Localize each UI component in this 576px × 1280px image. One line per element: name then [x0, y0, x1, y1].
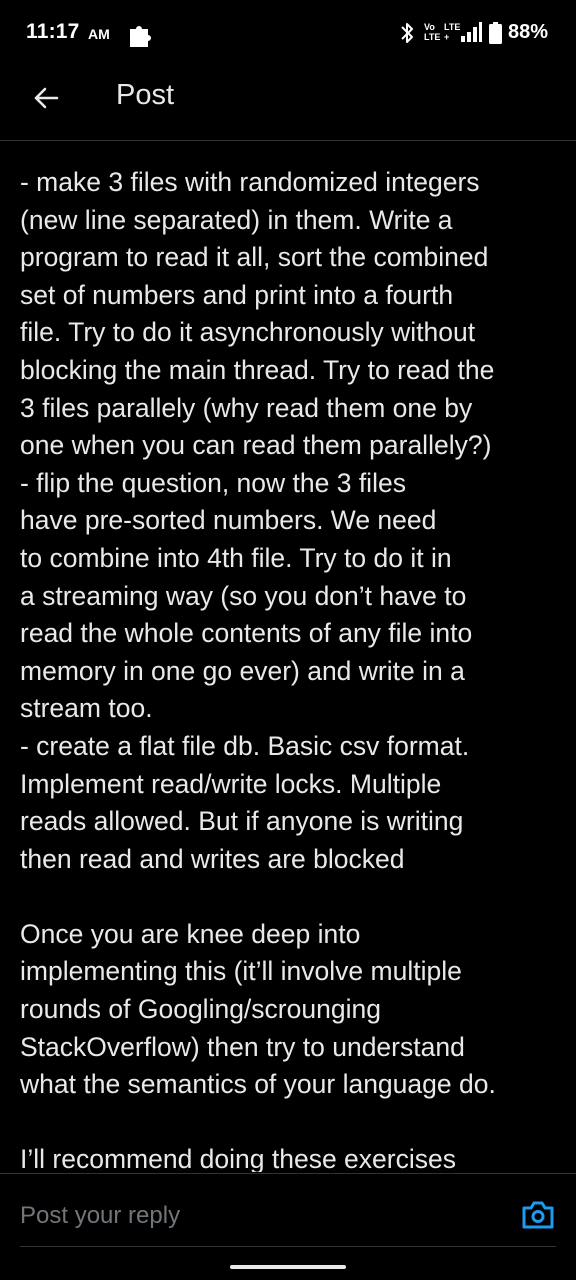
signal-icon — [461, 22, 482, 42]
reply-bar: Post your reply — [0, 1173, 576, 1248]
post-line: stream too. — [20, 693, 153, 724]
post-line: to combine into 4th file. Try to do it i… — [20, 542, 452, 573]
battery-icon — [489, 22, 502, 44]
post-line: (new line separated) in them. Write a — [20, 204, 453, 235]
post-line: one when you can read them parallely?) — [20, 430, 492, 461]
home-indicator[interactable] — [230, 1265, 346, 1269]
post-line: reads allowed. But if anyone is writing — [20, 806, 464, 837]
post-line: - flip the question, now the 3 files — [20, 467, 406, 498]
post-line: Once you are knee deep into — [20, 918, 361, 949]
post-line: read the whole contents of any file into — [20, 618, 473, 649]
post-line: set of numbers and print into a fourth — [20, 279, 454, 310]
post-line: rounds of Googling/scrounging — [20, 994, 381, 1025]
status-time: 11:17 — [26, 20, 80, 43]
post-line: then read and writes are blocked — [20, 843, 405, 874]
page-title: Post — [116, 79, 175, 111]
post-text: - make 3 files with randomized integers … — [20, 164, 560, 1172]
volte-icon: Vo LTE — [424, 22, 441, 42]
post-header: Post — [0, 66, 576, 141]
post-line: memory in one go ever) and write in a — [20, 655, 465, 686]
camera-icon[interactable] — [520, 1199, 556, 1231]
post-line: - create a flat file db. Basic csv forma… — [20, 730, 470, 761]
post-line: blocking the main thread. Try to read th… — [20, 354, 495, 385]
post-line: Implement read/write locks. Multiple — [20, 768, 442, 799]
post-line: StackOverflow) then try to understand — [20, 1031, 465, 1062]
post-line: file. Try to do it asynchronously withou… — [20, 317, 476, 348]
back-button[interactable] — [26, 78, 66, 118]
post-line: I’ll recommend doing these exercises — [20, 1144, 456, 1172]
puzzle-icon — [130, 26, 151, 47]
lte-icon: LTE + — [444, 22, 461, 42]
bluetooth-icon — [401, 23, 413, 43]
arrow-left-icon — [34, 87, 59, 109]
post-line: have pre-sorted numbers. We need — [20, 505, 437, 536]
status-ampm: AM — [88, 26, 110, 42]
post-line: implementing this (it’ll involve multipl… — [20, 956, 462, 987]
post-line: what the semantics of your language do. — [20, 1069, 496, 1100]
post-line: 3 files parallely (why read them one by — [20, 392, 473, 423]
status-bar: 11:17 AM Vo LTE LTE + 88% — [0, 0, 576, 66]
post-line: a streaming way (so you don’t have to — [20, 580, 467, 611]
battery-percentage: 88% — [508, 21, 549, 43]
post-line: program to read it all, sort the combine… — [20, 242, 489, 273]
reply-divider — [20, 1246, 556, 1247]
post-line: - make 3 files with randomized integers — [20, 167, 480, 197]
reply-input[interactable]: Post your reply — [20, 1202, 180, 1230]
